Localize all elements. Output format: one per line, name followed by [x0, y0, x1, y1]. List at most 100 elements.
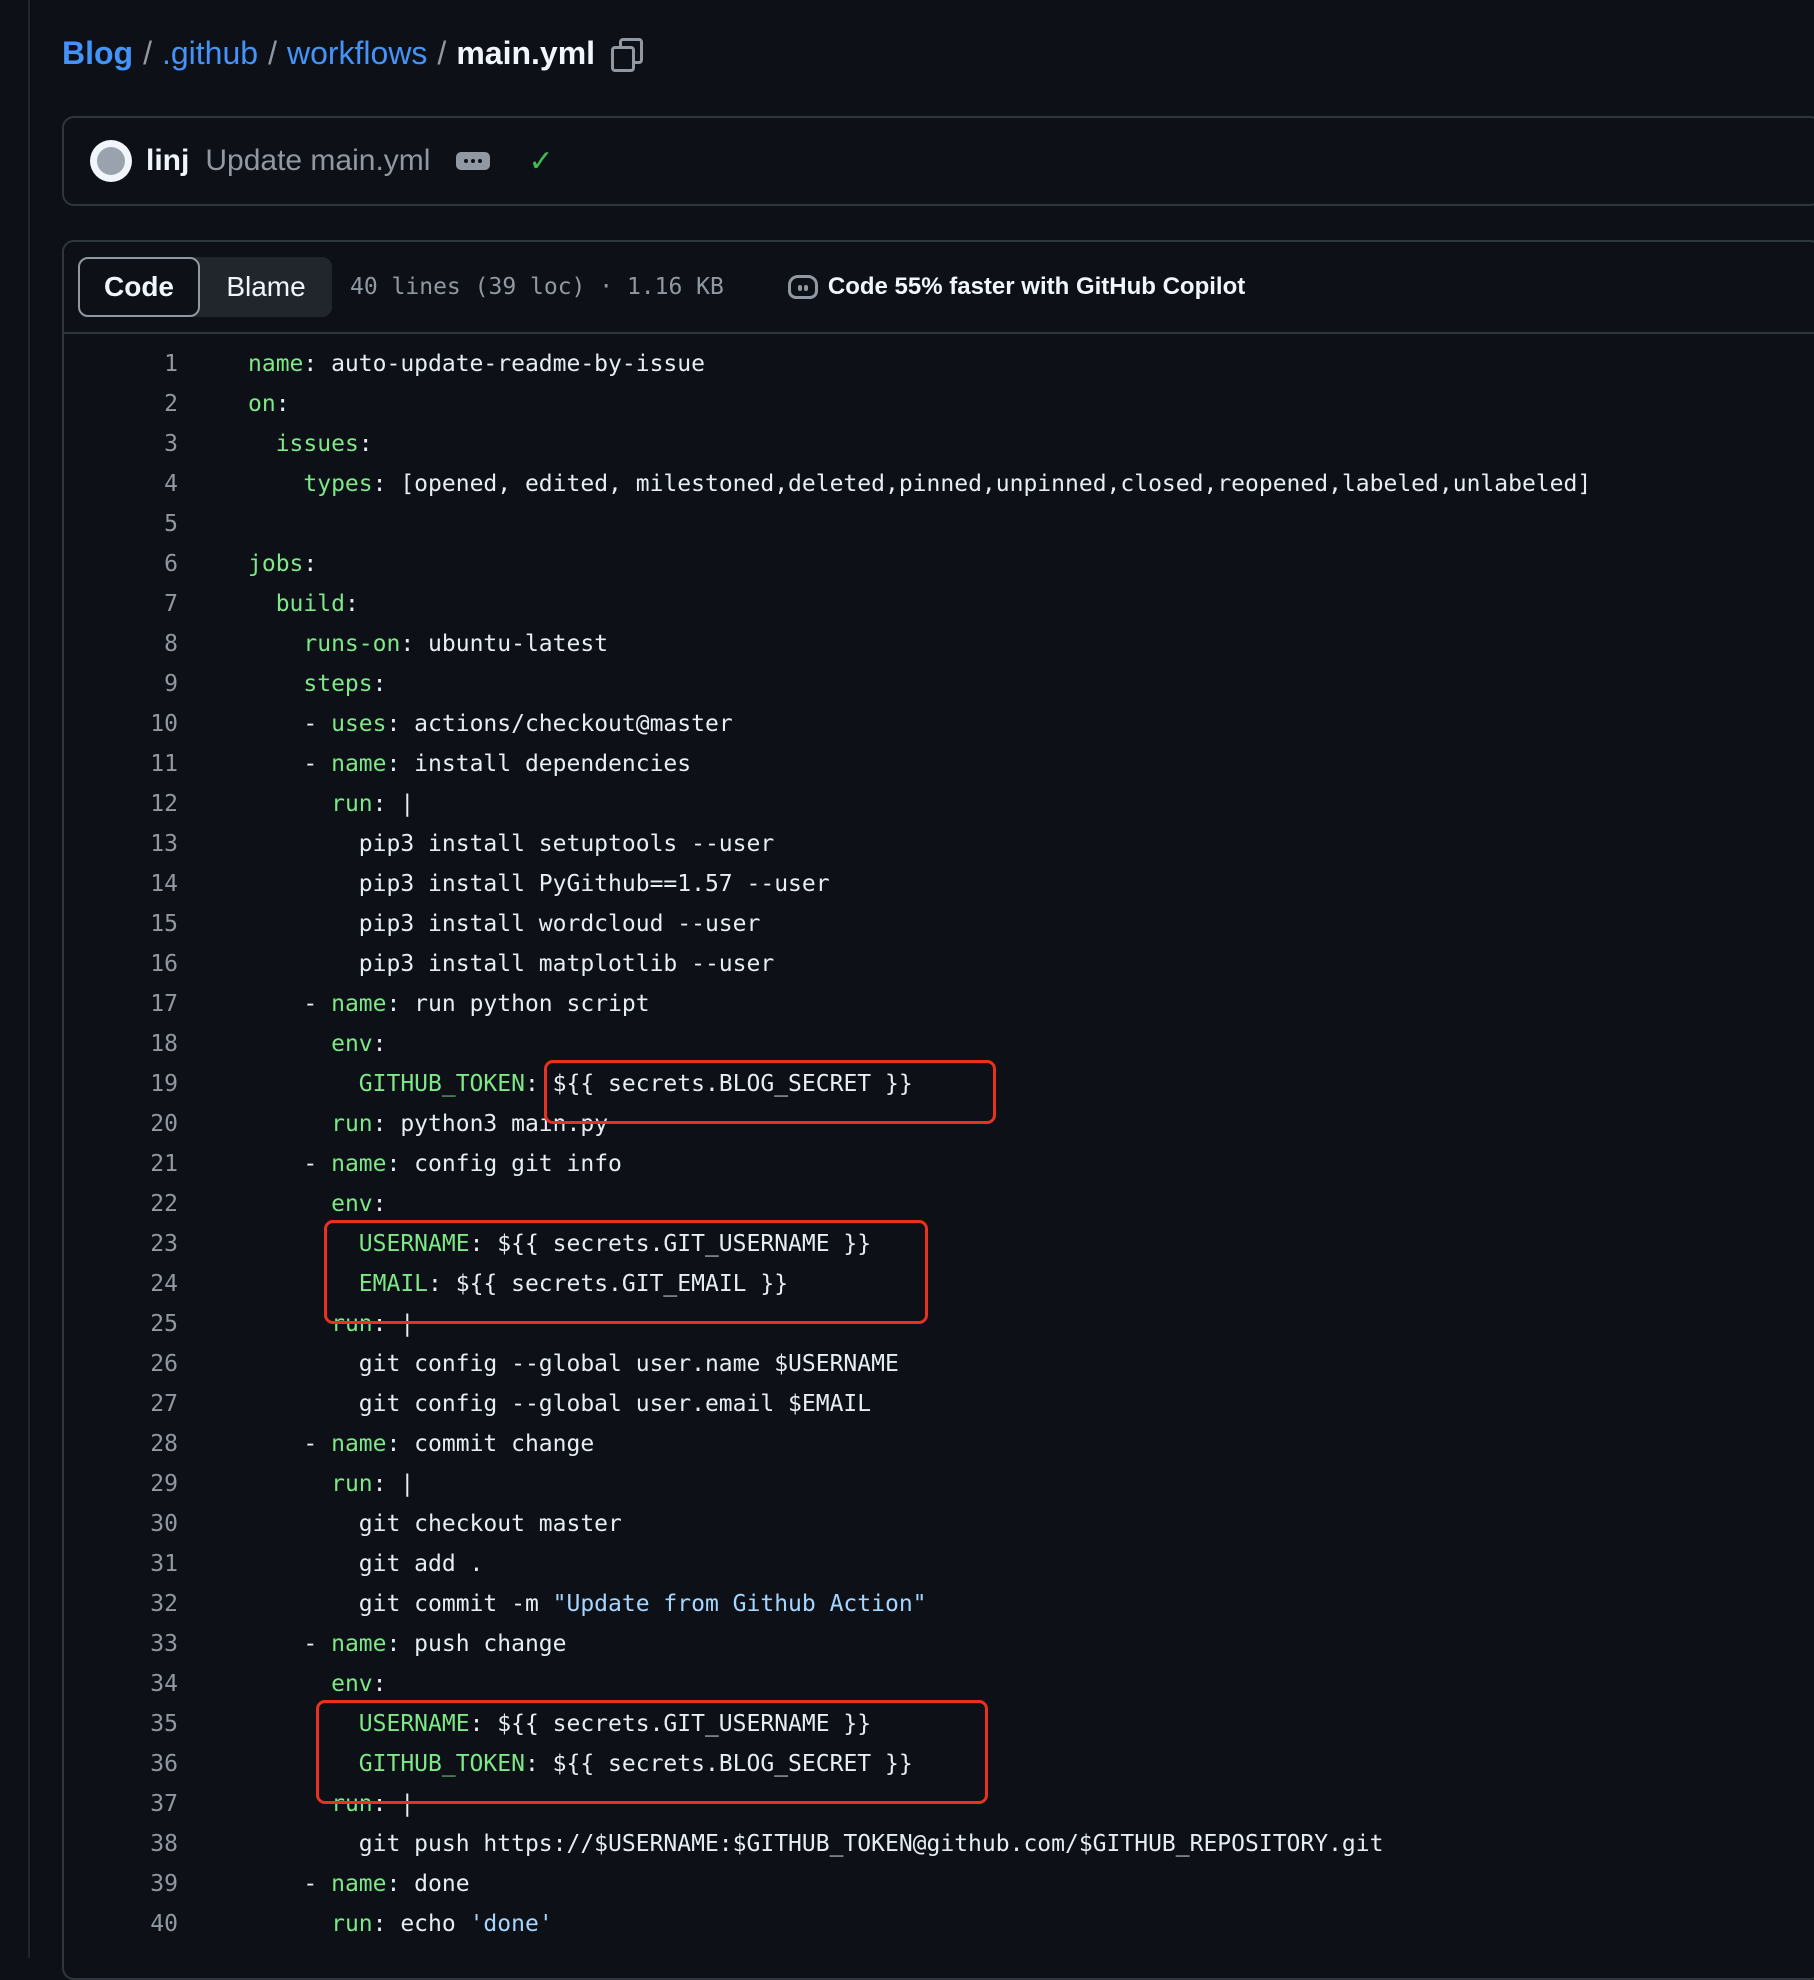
avatar[interactable]: [90, 140, 132, 182]
line-number[interactable]: 3: [64, 431, 178, 457]
breadcrumb-github-link[interactable]: .github: [162, 35, 258, 72]
code-text: git add .: [248, 1551, 484, 1577]
text-token: pip3 install wordcloud --user: [248, 911, 761, 937]
line-number[interactable]: 25: [64, 1311, 178, 1337]
line-number[interactable]: 23: [64, 1231, 178, 1257]
breadcrumb-workflows-link[interactable]: workflows: [287, 35, 427, 72]
text-token: : ${{ secrets.BLOG_SECRET }}: [524, 1071, 913, 1097]
line-number[interactable]: 29: [64, 1471, 178, 1497]
copy-path-icon[interactable]: [609, 36, 644, 72]
line-number[interactable]: 15: [64, 911, 178, 937]
line-number[interactable]: 27: [64, 1391, 178, 1417]
text-token: : [opened, edited, milestoned,deleted,pi…: [372, 471, 1592, 497]
line-number[interactable]: 32: [64, 1591, 178, 1617]
code-line: 21 - name: config git info: [64, 1144, 1814, 1184]
line-number[interactable]: 40: [64, 1911, 178, 1937]
line-number[interactable]: 30: [64, 1511, 178, 1537]
yaml-key: run: [331, 791, 373, 817]
line-number[interactable]: 21: [64, 1151, 178, 1177]
line-number[interactable]: 8: [64, 631, 178, 657]
yaml-key: build: [275, 591, 345, 617]
file-header: Code Blame 40 lines (39 loc) · 1.16 KB C…: [64, 242, 1814, 334]
copilot-promo-link[interactable]: Code 55% faster with GitHub Copilot: [787, 273, 1245, 301]
line-number[interactable]: 31: [64, 1551, 178, 1577]
code-line: 14 pip3 install PyGithub==1.57 --user: [64, 864, 1814, 904]
commit-author-link[interactable]: linj: [146, 144, 189, 178]
code-line: 37 run: |: [64, 1784, 1814, 1824]
code-line: 7 build:: [64, 584, 1814, 624]
text-token: : ${{ secrets.GIT_USERNAME }}: [469, 1231, 872, 1257]
code-text: run: |: [248, 1791, 414, 1817]
line-number[interactable]: 38: [64, 1831, 178, 1857]
code-text: git push https://$USERNAME:$GITHUB_TOKEN…: [248, 1831, 1384, 1857]
text-token: -: [248, 1431, 332, 1457]
code-line: 25 run: |: [64, 1304, 1814, 1344]
text-token: -: [248, 1871, 332, 1897]
text-token: pip3 install setuptools --user: [248, 831, 775, 857]
text-token: :: [372, 1191, 387, 1217]
line-number[interactable]: 14: [64, 871, 178, 897]
tab-blame[interactable]: Blame: [200, 257, 332, 317]
line-number[interactable]: 20: [64, 1111, 178, 1137]
yaml-key: env: [331, 1191, 373, 1217]
line-number[interactable]: 39: [64, 1871, 178, 1897]
line-number[interactable]: 4: [64, 471, 178, 497]
code-line: 27 git config --global user.email $EMAIL: [64, 1384, 1814, 1424]
line-number[interactable]: 5: [64, 511, 178, 537]
line-number[interactable]: 19: [64, 1071, 178, 1097]
copilot-icon: [787, 275, 818, 299]
code-text: git config --global user.name $USERNAME: [248, 1351, 899, 1377]
line-number[interactable]: 13: [64, 831, 178, 857]
check-status-icon[interactable]: ✓: [528, 144, 553, 179]
text-token: : push change: [386, 1631, 567, 1657]
line-number[interactable]: 1: [64, 351, 178, 377]
text-token: git commit -m: [248, 1591, 553, 1617]
text-token: git add .: [248, 1551, 484, 1577]
breadcrumb-repo-link[interactable]: Blog: [62, 35, 133, 72]
line-number[interactable]: 24: [64, 1271, 178, 1297]
line-number[interactable]: 22: [64, 1191, 178, 1217]
view-toggle: Code Blame: [78, 257, 332, 317]
text-token: : |: [372, 1471, 415, 1497]
code-text: GITHUB_TOKEN: ${{ secrets.BLOG_SECRET }}: [248, 1751, 913, 1777]
line-number[interactable]: 17: [64, 991, 178, 1017]
commit-message-link[interactable]: Update main.yml: [205, 144, 430, 178]
code-line: 4 types: [opened, edited, milestoned,del…: [64, 464, 1814, 504]
line-number[interactable]: 36: [64, 1751, 178, 1777]
tab-code[interactable]: Code: [78, 257, 200, 317]
line-number[interactable]: 10: [64, 711, 178, 737]
code-text: env:: [248, 1671, 386, 1697]
line-number[interactable]: 37: [64, 1791, 178, 1817]
line-number[interactable]: 7: [64, 591, 178, 617]
string-token: 'done': [469, 1911, 553, 1937]
code-text: runs-on: ubuntu-latest: [248, 631, 608, 657]
code-text: on:: [248, 391, 290, 417]
line-number[interactable]: 18: [64, 1031, 178, 1057]
yaml-key: name: [331, 1151, 387, 1177]
line-number[interactable]: 26: [64, 1351, 178, 1377]
code-line: 31 git add .: [64, 1544, 1814, 1584]
yaml-key: name: [331, 1431, 387, 1457]
line-number[interactable]: 6: [64, 551, 178, 577]
yaml-key: on: [248, 391, 276, 417]
line-number[interactable]: 28: [64, 1431, 178, 1457]
code-body[interactable]: 1 name: auto-update-readme-by-issue 2 on: 3 …: [64, 334, 1814, 1944]
line-number[interactable]: 34: [64, 1671, 178, 1697]
line-number[interactable]: 16: [64, 951, 178, 977]
line-number[interactable]: 2: [64, 391, 178, 417]
yaml-key: GITHUB_TOKEN: [358, 1751, 525, 1777]
line-number[interactable]: 33: [64, 1631, 178, 1657]
line-number[interactable]: 35: [64, 1711, 178, 1737]
line-number[interactable]: 9: [64, 671, 178, 697]
commit-details-ellipsis-icon[interactable]: [456, 152, 491, 170]
sidebar-border: [28, 0, 30, 1958]
line-number[interactable]: 11: [64, 751, 178, 777]
line-number[interactable]: 12: [64, 791, 178, 817]
